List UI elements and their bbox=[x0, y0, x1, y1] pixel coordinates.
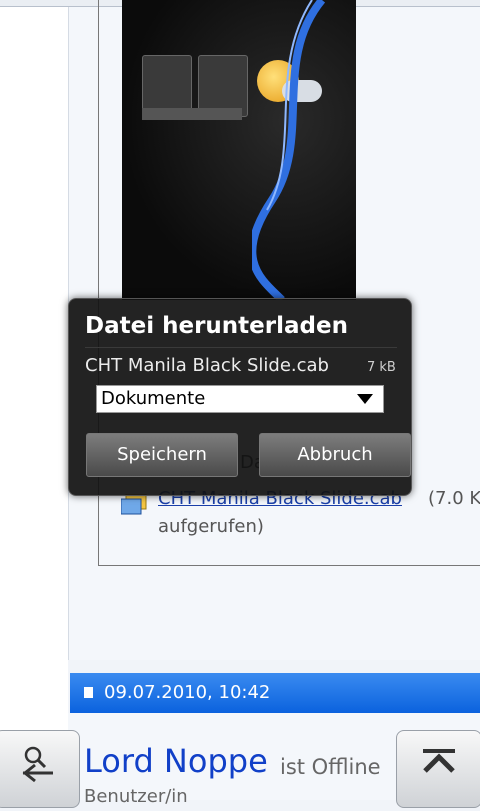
zoom-out-back-icon bbox=[22, 746, 53, 783]
download-dialog: Datei herunterladen CHT Manila Black Sli… bbox=[68, 298, 412, 496]
zoom-back-button[interactable] bbox=[0, 730, 80, 808]
dialog-divider bbox=[85, 347, 397, 348]
clock-label bbox=[142, 108, 242, 120]
author-name-link[interactable]: Lord Noppe bbox=[84, 742, 268, 780]
dialog-filesize: 7 kB bbox=[367, 360, 396, 375]
attachment-viewed-count: aufgerufen) bbox=[158, 516, 264, 537]
dialog-title: Datei herunterladen bbox=[85, 313, 348, 339]
page-left-margin bbox=[0, 0, 68, 800]
scroll-to-top-button[interactable] bbox=[396, 730, 480, 808]
post-icon bbox=[84, 687, 93, 698]
wallpaper-swirl bbox=[252, 0, 326, 300]
folder-select[interactable]: Dokumente bbox=[96, 385, 384, 413]
save-button[interactable]: Speichern bbox=[86, 433, 238, 477]
attachment-screenshot-image[interactable] bbox=[122, 0, 356, 300]
folder-select-value: Dokumente bbox=[101, 388, 206, 409]
scroll-to-top-icon bbox=[423, 749, 455, 773]
cab-file-icon bbox=[121, 494, 147, 515]
dialog-filename: CHT Manila Black Slide.cab bbox=[85, 355, 329, 376]
author-role: Benutzer/in bbox=[84, 786, 188, 807]
cancel-button[interactable]: Abbruch bbox=[259, 433, 411, 477]
post-date: 09.07.2010, 10:42 bbox=[104, 682, 271, 703]
post-header-bar: 09.07.2010, 10:42 bbox=[70, 673, 480, 713]
clock-widget bbox=[142, 55, 262, 117]
chevron-down-icon bbox=[357, 394, 373, 404]
attachment-size: (7.0 K bbox=[428, 488, 480, 509]
author-status: ist Offline bbox=[280, 755, 381, 779]
